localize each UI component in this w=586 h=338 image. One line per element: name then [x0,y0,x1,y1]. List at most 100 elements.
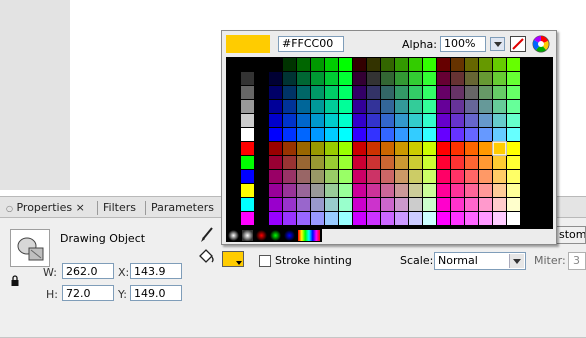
swatch-cell[interactable] [395,170,408,183]
swatch-cell[interactable] [339,170,352,183]
swatch-cell[interactable] [353,170,366,183]
swatch-cell[interactable] [241,58,254,71]
swatch-cell[interactable] [269,212,282,225]
swatch-cell[interactable] [507,156,520,169]
swatch-cell[interactable] [409,72,422,85]
swatch-cell[interactable] [325,72,338,85]
lock-icon[interactable] [11,275,19,287]
swatch-cell[interactable] [451,114,464,127]
swatch-cell[interactable] [423,212,436,225]
swatch-cell[interactable] [437,58,450,71]
swatch-cell[interactable] [255,170,268,183]
swatch-cell[interactable] [269,170,282,183]
swatch-cell[interactable] [325,58,338,71]
swatch-cell[interactable] [437,142,450,155]
swatch-cell[interactable] [339,184,352,197]
swatch-cell[interactable] [255,198,268,211]
swatch-cell[interactable] [311,198,324,211]
swatch-cell[interactable] [479,156,492,169]
swatch-cell[interactable] [367,114,380,127]
hex-color-input[interactable]: #FFCC00 [278,36,344,52]
swatch-cell[interactable] [423,114,436,127]
swatch-cell[interactable] [409,100,422,113]
no-color-icon[interactable] [510,36,526,52]
swatch-cell[interactable] [423,58,436,71]
swatch-cell[interactable] [451,212,464,225]
swatch-cell[interactable] [479,72,492,85]
swatch-cell[interactable] [325,170,338,183]
y-input[interactable]: 149.0 [130,285,182,301]
swatch-cell[interactable] [507,128,520,141]
swatch-cell[interactable] [409,156,422,169]
swatch-cell[interactable] [479,212,492,225]
swatch-cell[interactable] [395,142,408,155]
swatch-cell[interactable] [227,58,240,71]
swatch-cell[interactable] [311,100,324,113]
swatch-cell[interactable] [367,198,380,211]
swatch-cell[interactable] [451,72,464,85]
swatch-cell[interactable] [227,212,240,225]
swatch-cell[interactable] [353,58,366,71]
swatch-cell[interactable] [507,72,520,85]
swatch-cell[interactable] [283,170,296,183]
swatch-cell[interactable] [395,114,408,127]
swatch-cell[interactable] [479,128,492,141]
gradient-swatch[interactable] [284,230,295,241]
swatch-cell[interactable] [227,170,240,183]
swatch-cell[interactable] [507,114,520,127]
swatch-cell[interactable] [381,128,394,141]
fill-color-button[interactable] [222,251,244,267]
swatch-cell[interactable] [507,58,520,71]
swatch-cell[interactable] [479,170,492,183]
swatch-cell[interactable] [311,170,324,183]
swatch-cell[interactable] [423,198,436,211]
swatch-cell[interactable] [283,100,296,113]
swatch-cell[interactable] [423,142,436,155]
pencil-icon[interactable] [196,224,218,244]
swatch-cell[interactable] [395,128,408,141]
swatch-cell[interactable] [283,156,296,169]
swatch-cell[interactable] [493,128,506,141]
swatch-cell[interactable] [241,72,254,85]
swatch-cell[interactable] [241,198,254,211]
swatch-cell[interactable] [339,198,352,211]
swatch-cell[interactable] [423,86,436,99]
swatch-cell[interactable] [451,86,464,99]
swatch-cell[interactable] [507,198,520,211]
swatch-cell[interactable] [269,198,282,211]
swatch-cell[interactable] [325,198,338,211]
swatch-cell[interactable] [297,100,310,113]
swatch-cell[interactable] [479,114,492,127]
swatch-cell[interactable] [409,142,422,155]
swatch-cell[interactable] [367,184,380,197]
swatch-cell[interactable] [241,86,254,99]
swatch-cell[interactable] [507,100,520,113]
swatch-cell[interactable] [227,142,240,155]
miter-input[interactable]: 3 [568,252,586,270]
stroke-hinting-checkbox[interactable] [259,255,271,267]
tab-properties[interactable]: ○ Properties × [6,200,85,216]
swatch-cell[interactable] [297,58,310,71]
swatch-cell[interactable] [437,156,450,169]
tab-parameters[interactable]: Parameters [151,200,214,216]
swatch-cell[interactable] [297,156,310,169]
swatch-cell[interactable] [493,198,506,211]
gradient-swatch[interactable] [256,230,267,241]
swatch-cell[interactable] [353,212,366,225]
swatch-cell[interactable] [325,114,338,127]
swatch-cell[interactable] [269,184,282,197]
swatch-cell[interactable] [465,170,478,183]
swatch-cell[interactable] [367,58,380,71]
swatch-cell[interactable] [283,114,296,127]
swatch-cell[interactable] [507,184,520,197]
swatch-cell[interactable] [437,100,450,113]
swatch-cell[interactable] [451,100,464,113]
swatch-cell[interactable] [269,86,282,99]
swatch-cell[interactable] [381,184,394,197]
swatch-cell[interactable] [269,128,282,141]
swatch-cell[interactable] [437,212,450,225]
swatch-cell[interactable] [493,114,506,127]
swatch-cell[interactable] [297,142,310,155]
swatch-cell[interactable] [339,100,352,113]
swatch-cell[interactable] [325,156,338,169]
